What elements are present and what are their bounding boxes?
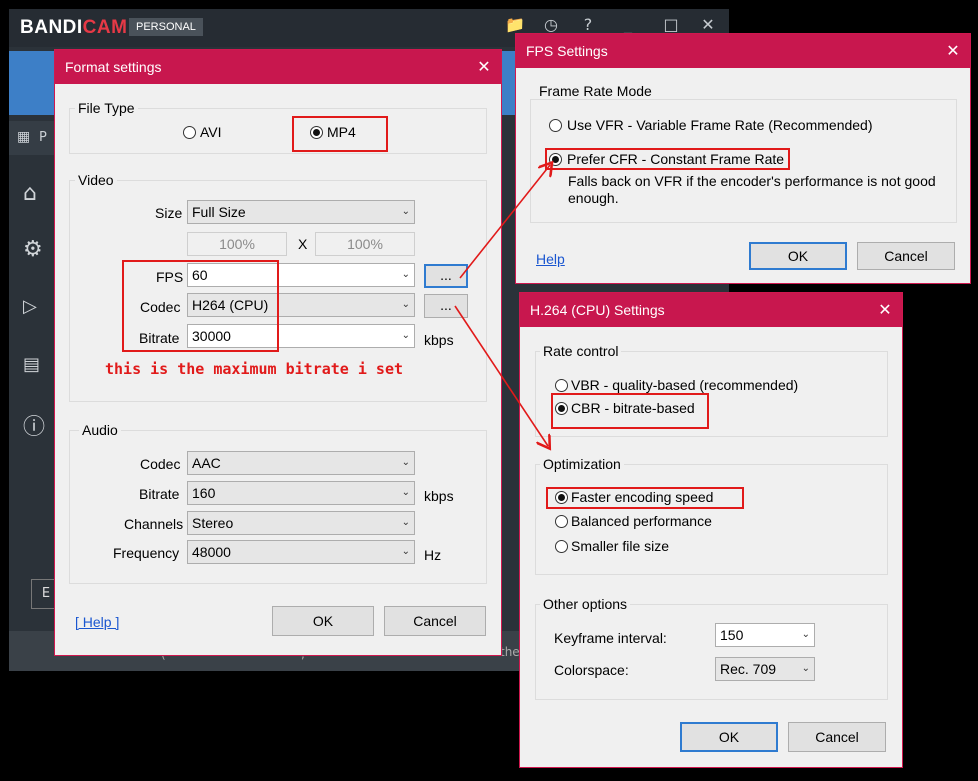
arrow-codec-to-h264-settings	[454, 305, 548, 446]
arrow-fps-to-fps-settings	[459, 165, 550, 279]
annotation-arrows	[454, 0, 978, 781]
